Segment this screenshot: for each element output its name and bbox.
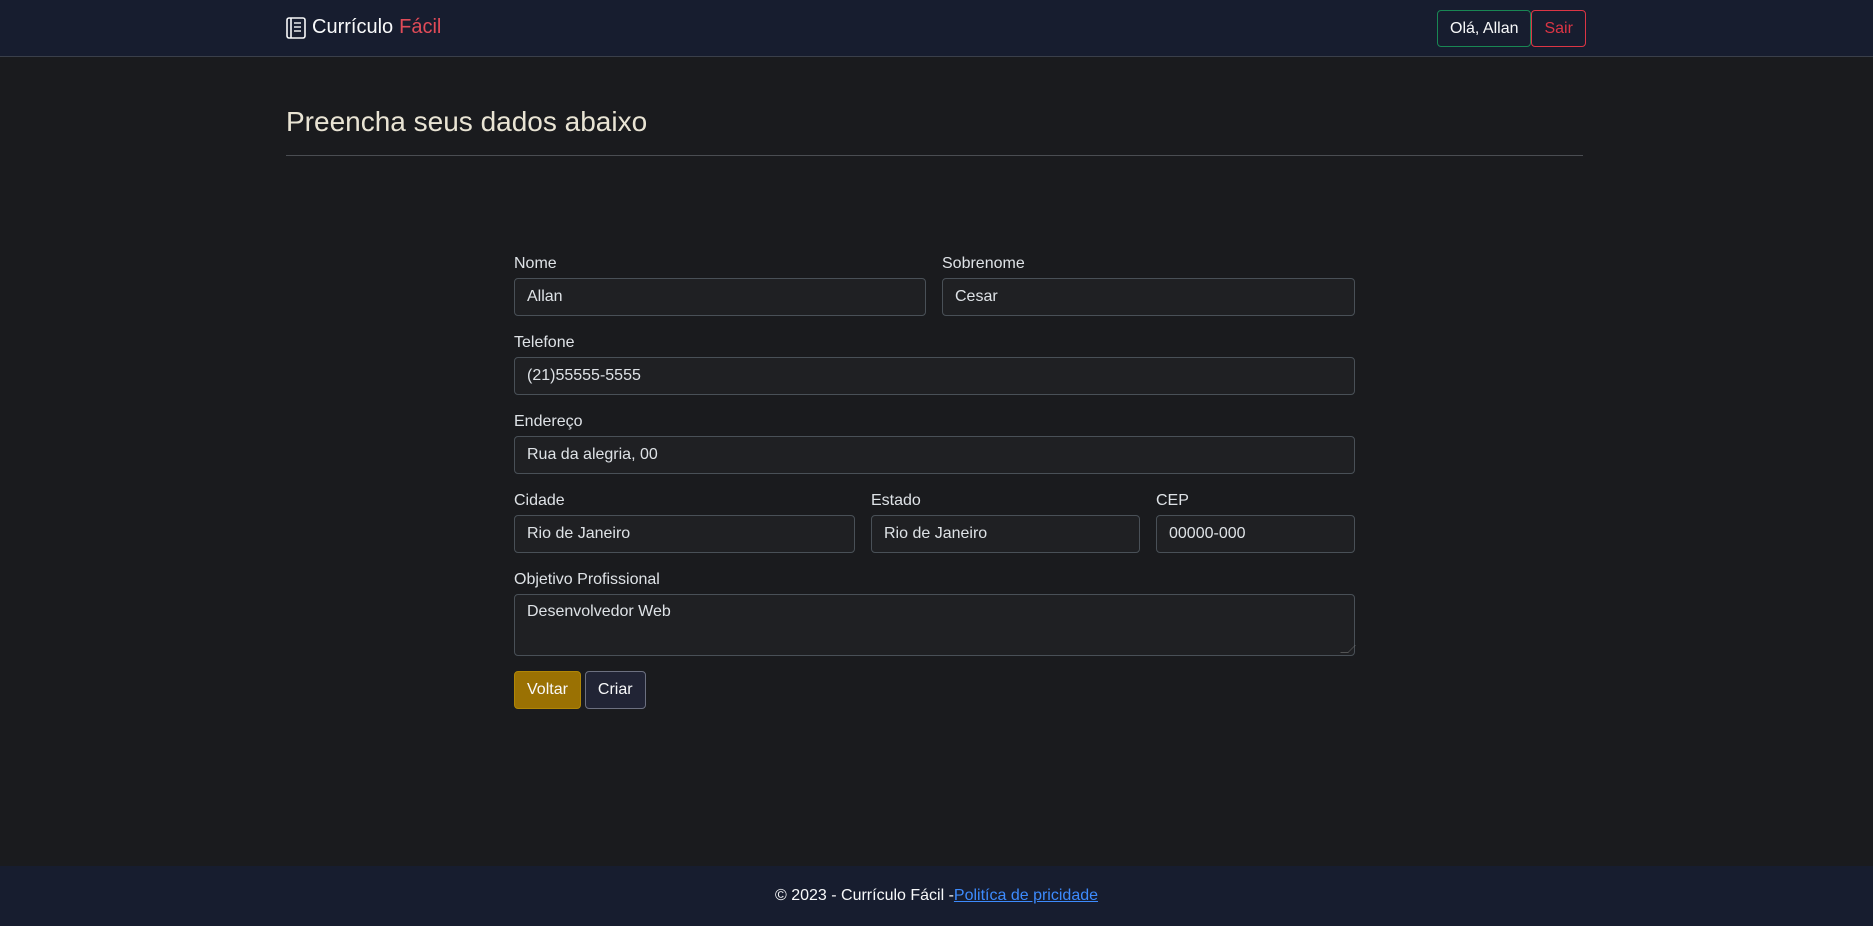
estado-group: Estado Rio de Janeiro bbox=[871, 491, 1140, 553]
resume-form: Nome Allan Sobrenome Cesar Telefone (21)… bbox=[514, 254, 1356, 709]
back-button[interactable]: Voltar bbox=[514, 671, 581, 709]
endereco-row: Endereço Rua da alegria, 00 bbox=[514, 412, 1355, 474]
objetivo-text: Desenvolvedor Web bbox=[527, 603, 671, 620]
name-row: Nome Allan Sobrenome Cesar bbox=[514, 254, 1355, 316]
nome-label: Nome bbox=[514, 255, 557, 272]
estado-input[interactable]: Rio de Janeiro bbox=[871, 515, 1140, 553]
telefone-group: Telefone (21)55555-5555 bbox=[514, 333, 1355, 395]
privacy-policy-link[interactable]: Politíca de pricidade bbox=[954, 887, 1098, 905]
logout-button[interactable]: Sair bbox=[1531, 10, 1586, 47]
cidade-input[interactable]: Rio de Janeiro bbox=[514, 515, 855, 553]
nav-actions: Olá, Allan Sair bbox=[1437, 10, 1586, 47]
estado-label: Estado bbox=[871, 492, 921, 509]
sobrenome-input[interactable]: Cesar bbox=[942, 278, 1355, 316]
footer: © 2023 - Currículo Fácil - Politíca de p… bbox=[0, 866, 1873, 926]
user-greeting-button[interactable]: Olá, Allan bbox=[1437, 10, 1532, 47]
footer-copyright: © 2023 - Currículo Fácil - bbox=[774, 887, 954, 904]
objetivo-textarea[interactable]: Desenvolvedor Web bbox=[514, 594, 1356, 656]
navbar: Currículo Fácil Olá, Allan Sair bbox=[0, 0, 1873, 57]
endereco-label: Endereço bbox=[514, 413, 583, 430]
objetivo-group: Objetivo Profissional Desenvolvedor Web bbox=[514, 570, 1356, 656]
brand-accent: Fácil bbox=[399, 16, 442, 38]
sobrenome-group: Sobrenome Cesar bbox=[942, 254, 1355, 316]
sobrenome-label: Sobrenome bbox=[942, 255, 1025, 272]
create-button[interactable]: Criar bbox=[584, 671, 646, 709]
journal-text-icon bbox=[286, 16, 306, 39]
endereco-group: Endereço Rua da alegria, 00 bbox=[514, 412, 1355, 474]
cidade-label: Cidade bbox=[514, 492, 565, 509]
objetivo-label: Objetivo Profissional bbox=[514, 571, 660, 588]
nome-group: Nome Allan bbox=[514, 254, 926, 316]
form-actions: Voltar Criar bbox=[514, 671, 1355, 709]
objetivo-row: Objetivo Profissional Desenvolvedor Web bbox=[514, 570, 1356, 656]
brand-logo[interactable]: Currículo Fácil bbox=[286, 16, 441, 39]
telefone-label: Telefone bbox=[514, 334, 575, 351]
resize-grip-icon[interactable] bbox=[1340, 645, 1356, 653]
location-row: Cidade Rio de Janeiro Estado Rio de Jane… bbox=[514, 491, 1355, 553]
cep-input[interactable]: 00000-000 bbox=[1156, 515, 1355, 553]
cep-group: CEP 00000-000 bbox=[1156, 491, 1355, 553]
page-title: Preencha seus dados abaixo bbox=[286, 106, 648, 137]
cidade-group: Cidade Rio de Janeiro bbox=[514, 491, 855, 553]
telefone-row: Telefone (21)55555-5555 bbox=[514, 333, 1355, 395]
telefone-input[interactable]: (21)55555-5555 bbox=[514, 357, 1355, 395]
nome-input[interactable]: Allan bbox=[514, 278, 926, 316]
endereco-input[interactable]: Rua da alegria, 00 bbox=[514, 436, 1355, 474]
title-divider bbox=[286, 155, 1583, 156]
cep-label: CEP bbox=[1156, 492, 1189, 509]
brand-name: Currículo bbox=[312, 16, 394, 38]
